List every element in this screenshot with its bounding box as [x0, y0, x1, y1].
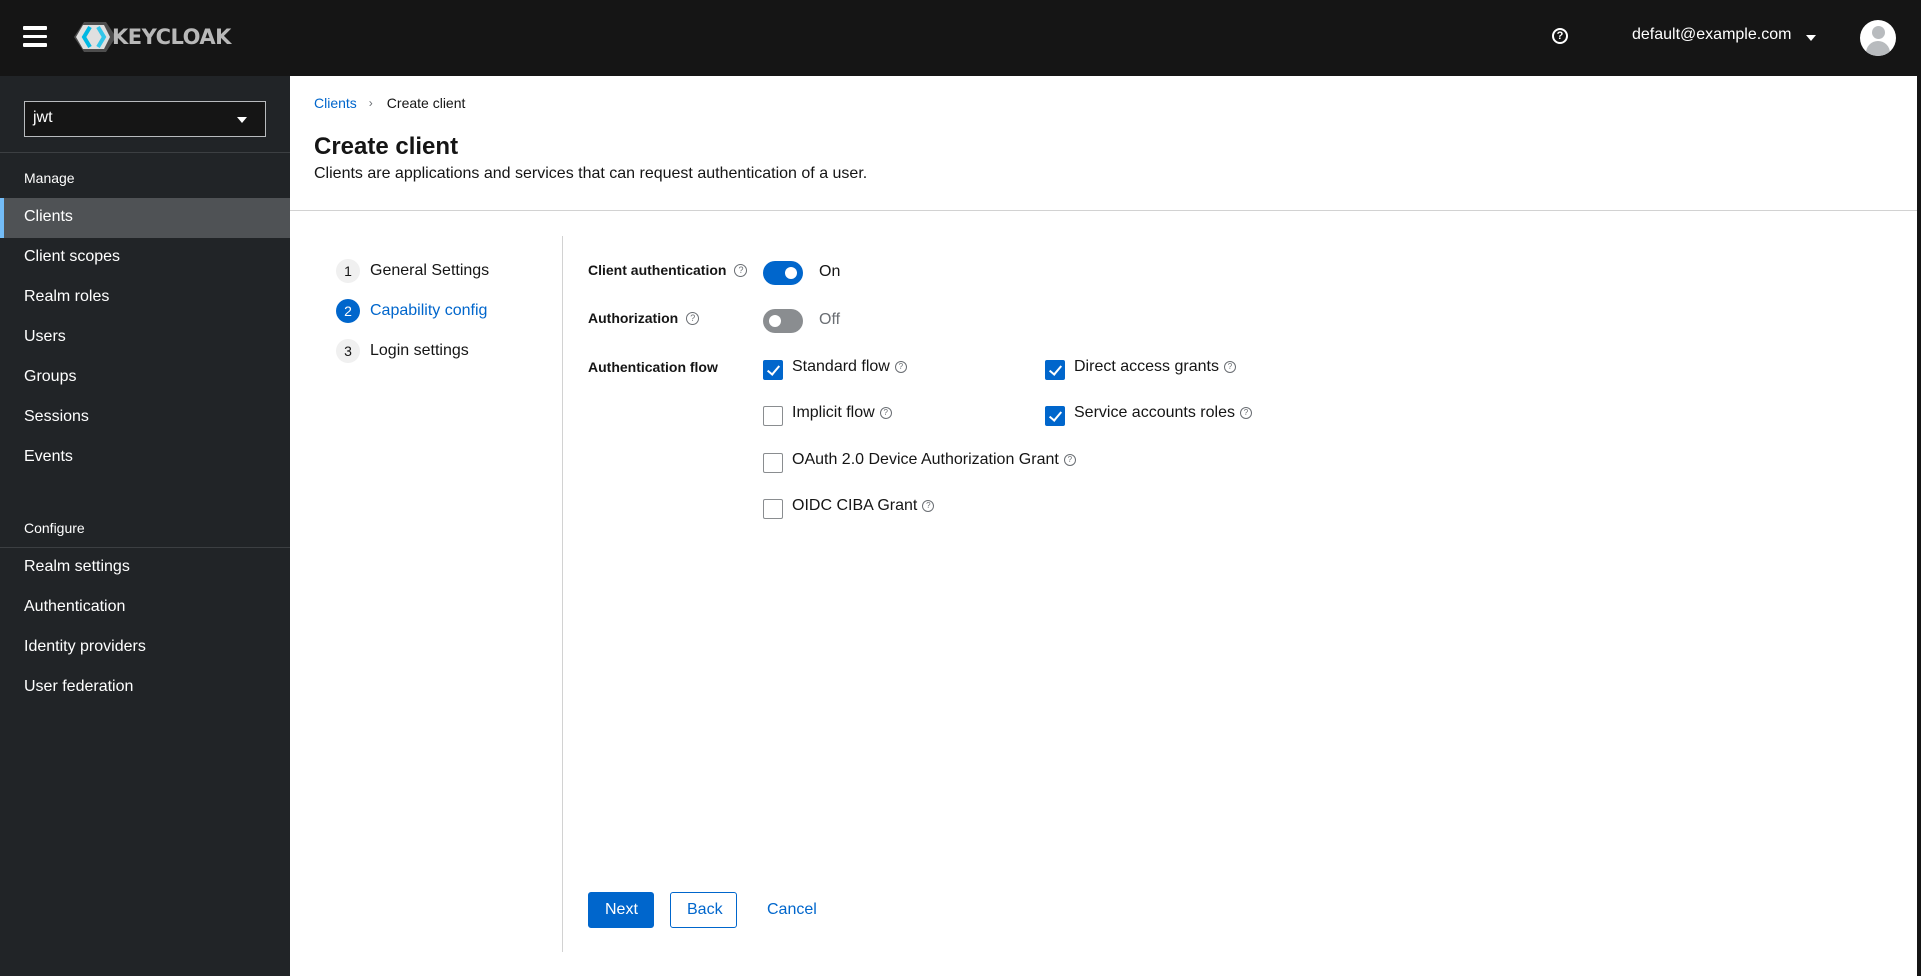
user-menu-toggle[interactable]: default@example.com [1632, 26, 1791, 44]
window-edge [1917, 0, 1921, 976]
nav-divider [0, 152, 290, 153]
breadcrumb-clients-link[interactable]: Clients [314, 95, 357, 111]
implicit-flow-checkbox[interactable] [763, 406, 783, 426]
help-icon[interactable]: ? [734, 263, 748, 277]
oauth-device-authorization-grant-checkbox[interactable] [763, 453, 783, 473]
chevron-right-icon: › [368, 96, 373, 110]
checkbox-label: OAuth 2.0 Device Authorization Grant [792, 451, 1059, 468]
oidc-ciba-grant-checkbox[interactable] [763, 499, 783, 519]
client-authentication-label: Client authentication ? [588, 262, 748, 278]
main-content: Clients › Create client Create client Cl… [290, 76, 1917, 976]
wizard-step-general-settings[interactable]: 1 General Settings [336, 259, 489, 283]
step-number: 2 [336, 299, 360, 323]
user-avatar-icon[interactable] [1860, 20, 1896, 56]
sidebar-item-users[interactable]: Users [0, 318, 290, 358]
nav-section-manage: Manage [24, 170, 75, 186]
caret-down-icon[interactable] [1806, 35, 1816, 41]
wizard-divider [562, 236, 563, 952]
direct-access-grants-option: Direct access grants ? [1045, 358, 1236, 380]
service-accounts-roles-checkbox[interactable] [1045, 406, 1065, 426]
hamburger-menu-icon[interactable] [23, 26, 47, 48]
authorization-label: Authorization ? [588, 310, 700, 326]
step-label: Capability config [370, 302, 488, 319]
help-icon[interactable]: ? [1552, 28, 1568, 44]
oidc-ciba-grant-option: OIDC CIBA Grant ? [763, 497, 935, 519]
help-icon[interactable]: ? [1223, 361, 1236, 373]
page-description: Clients are applications and services th… [314, 165, 868, 182]
help-icon[interactable]: ? [686, 311, 700, 325]
realm-name: jwt [33, 109, 53, 126]
page-title: Create client [314, 133, 459, 160]
keycloak-logo[interactable]: KEYCLOAK [74, 20, 231, 54]
breadcrumb-current: Create client [386, 95, 466, 111]
nav-section-configure: Configure [24, 520, 85, 536]
checkbox-label: Implicit flow [792, 404, 875, 421]
checkbox-label: OIDC CIBA Grant [792, 497, 918, 514]
sidebar-item-user-federation[interactable]: User federation [0, 668, 290, 708]
realm-selector[interactable]: jwt [24, 101, 266, 137]
checkbox-label: Direct access grants [1074, 358, 1219, 375]
brand-name: KEYCLOAK [112, 25, 231, 49]
cancel-button[interactable]: Cancel [751, 892, 833, 928]
client-authentication-state: On [819, 263, 841, 280]
sidebar-item-realm-settings[interactable]: Realm settings [0, 548, 290, 588]
standard-flow-option: Standard flow ? [763, 358, 907, 380]
help-icon[interactable]: ? [1239, 407, 1252, 419]
label-text: Authorization [588, 310, 679, 326]
wizard-step-capability-config[interactable]: 2 Capability config [336, 299, 487, 323]
breadcrumb: Clients › Create client [314, 95, 465, 111]
direct-access-grants-checkbox[interactable] [1045, 360, 1065, 380]
sidebar-item-events[interactable]: Events [0, 438, 290, 478]
checkbox-label: Service accounts roles [1074, 404, 1235, 421]
authorization-state: Off [819, 311, 841, 328]
sidebar-item-identity-providers[interactable]: Identity providers [0, 628, 290, 668]
sidebar: jwt Manage Clients Client scopes Realm r… [0, 76, 290, 976]
client-authentication-toggle[interactable] [763, 261, 803, 285]
sidebar-item-clients[interactable]: Clients [0, 198, 290, 238]
step-number: 3 [336, 339, 360, 363]
oauth-device-authorization-grant-option: OAuth 2.0 Device Authorization Grant ? [763, 451, 1076, 473]
help-icon[interactable]: ? [922, 500, 935, 512]
checkbox-label: Standard flow [792, 358, 890, 375]
step-number: 1 [336, 259, 360, 283]
sidebar-item-authentication[interactable]: Authentication [0, 588, 290, 628]
sidebar-item-groups[interactable]: Groups [0, 358, 290, 398]
back-button[interactable]: Back [670, 892, 737, 928]
header-divider [290, 210, 1917, 211]
sidebar-item-sessions[interactable]: Sessions [0, 398, 290, 438]
sidebar-item-client-scopes[interactable]: Client scopes [0, 238, 290, 278]
wizard-step-login-settings[interactable]: 3 Login settings [336, 339, 469, 363]
label-text: Authentication flow [588, 359, 718, 375]
sidebar-item-realm-roles[interactable]: Realm roles [0, 278, 290, 318]
help-icon[interactable]: ? [879, 407, 892, 419]
implicit-flow-option: Implicit flow ? [763, 404, 892, 426]
step-label: Login settings [370, 342, 469, 359]
service-accounts-roles-option: Service accounts roles ? [1045, 404, 1252, 426]
masthead: KEYCLOAK ? default@example.com [0, 0, 1921, 76]
label-text: Client authentication [588, 262, 727, 278]
next-button[interactable]: Next [588, 892, 654, 928]
caret-down-icon [237, 117, 247, 123]
authentication-flow-label: Authentication flow [588, 359, 718, 375]
help-icon[interactable]: ? [1063, 454, 1076, 466]
step-label: General Settings [370, 262, 490, 279]
keycloak-logo-icon [74, 22, 116, 52]
help-icon[interactable]: ? [894, 361, 907, 373]
authorization-toggle[interactable] [763, 309, 803, 333]
standard-flow-checkbox[interactable] [763, 360, 783, 380]
